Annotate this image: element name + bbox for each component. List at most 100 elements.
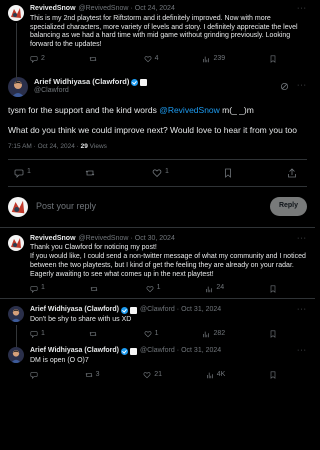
more-icon[interactable]: ··· [297, 5, 307, 14]
views-icon [203, 331, 210, 338]
reply-tweet[interactable]: RevivedSnow @RevivedSnow · Oct 30, 2024 … [0, 228, 315, 299]
author-name[interactable]: Arief Widhiyasa (Clawford) [30, 306, 119, 315]
thread-line [15, 23, 17, 83]
like-button[interactable]: 21 [143, 371, 162, 380]
views-button[interactable]: 24 [205, 284, 224, 293]
bookmark-button[interactable] [269, 284, 277, 293]
views-button[interactable]: 239 [202, 55, 225, 64]
views-button[interactable]: 4K [206, 371, 225, 380]
repost-icon [89, 57, 97, 62]
reply-tweet[interactable]: Arief Widhiyasa (Clawford) @Clawford · O… [0, 343, 315, 384]
bookmark-button[interactable] [269, 55, 277, 64]
like-icon [144, 56, 152, 63]
avatar[interactable] [8, 234, 24, 251]
author-name[interactable]: Arief Widhiyasa (Clawford) [30, 347, 119, 356]
reply-icon [30, 331, 38, 338]
share-button[interactable] [287, 167, 297, 178]
views-icon [206, 286, 213, 292]
repost-icon [89, 331, 97, 336]
bookmark-icon [225, 168, 231, 178]
reply-icon [30, 285, 38, 293]
more-icon[interactable]: ··· [297, 235, 307, 244]
verified-badge-icon [121, 348, 129, 356]
avatar[interactable] [8, 5, 24, 21]
tweet-text: This is my 2nd playtest for Riftstorm an… [30, 14, 300, 48]
like-icon [152, 169, 162, 177]
focused-tweet: Arief Widhiyasa (Clawford) @Clawford ···… [0, 69, 315, 187]
like-icon [144, 331, 152, 338]
author-name[interactable]: RevivedSnow [30, 5, 76, 14]
tweet-thread: RevivedSnow @RevivedSnow · Oct 24, 2024 … [0, 0, 315, 450]
tweet-meta[interactable]: 7:15 AM · Oct 24, 2024 · 29 Views [8, 143, 307, 151]
author-handle[interactable]: @RevivedSnow [79, 5, 129, 14]
reply-icon [30, 56, 38, 64]
reply-button[interactable]: 2 [30, 55, 45, 64]
like-button[interactable]: 1 [152, 168, 169, 178]
more-icon[interactable]: ··· [297, 82, 307, 91]
like-button[interactable]: 1 [146, 284, 161, 293]
reply-button[interactable]: 1 [14, 168, 31, 178]
tweet-date[interactable]: Oct 31, 2024 [181, 347, 221, 356]
reply-button[interactable]: 1 [30, 284, 45, 293]
avatar [8, 196, 28, 217]
reply-composer: Post your reply Reply [0, 187, 315, 227]
repost-icon [90, 286, 98, 291]
avatar[interactable] [8, 76, 28, 97]
views-icon [206, 372, 213, 379]
tweet-text-2: What do you think we could improve next?… [8, 124, 297, 135]
author-handle[interactable]: @Clawford [140, 306, 175, 315]
avatar[interactable] [8, 306, 24, 323]
tweet-text: Don't be shy to share with us XD [30, 315, 132, 323]
like-icon [146, 285, 154, 292]
original-tweet[interactable]: RevivedSnow @RevivedSnow · Oct 24, 2024 … [0, 0, 315, 83]
reply-submit-button[interactable]: Reply [269, 197, 307, 216]
share-icon [288, 167, 296, 177]
affiliate-badge-icon [130, 306, 138, 314]
tweet-date[interactable]: Oct 30, 2024 [135, 235, 175, 244]
views-button[interactable]: 282 [202, 330, 225, 339]
repost-icon [85, 169, 95, 176]
bookmark-button[interactable] [269, 371, 277, 380]
verified-badge-icon [131, 78, 139, 86]
repost-icon [85, 373, 93, 378]
reply-input[interactable]: Post your reply [36, 201, 270, 212]
author-handle[interactable]: @RevivedSnow [79, 235, 129, 244]
bookmark-button[interactable] [223, 168, 233, 178]
repost-button[interactable] [89, 330, 100, 339]
more-icon[interactable]: ··· [297, 306, 307, 315]
reply-tweet[interactable]: Arief Widhiyasa (Clawford) @Clawford · O… [0, 299, 315, 352]
author-handle[interactable]: @Clawford [34, 87, 147, 96]
avatar[interactable] [8, 347, 24, 364]
grok-icon[interactable] [280, 82, 289, 91]
author-name[interactable]: Arief Widhiyasa (Clawford) [34, 77, 129, 86]
like-button[interactable]: 4 [144, 55, 159, 64]
author-name[interactable]: RevivedSnow [30, 235, 76, 244]
mention-link[interactable]: @RevivedSnow [159, 105, 220, 115]
repost-button[interactable] [90, 284, 101, 293]
author-handle[interactable]: @Clawford [140, 347, 175, 356]
repost-button[interactable]: 3 [85, 371, 100, 380]
repost-button[interactable] [85, 168, 98, 178]
verified-badge-icon [121, 306, 129, 314]
tweet-date[interactable]: Oct 31, 2024 [181, 306, 221, 315]
bookmark-icon [270, 285, 276, 293]
like-button[interactable]: 1 [144, 330, 159, 339]
tweet-date[interactable]: Oct 24, 2024 [135, 5, 175, 14]
tweet-text: tysm for the support and the kind words … [8, 104, 254, 115]
more-icon[interactable]: ··· [297, 347, 307, 356]
repost-button[interactable] [89, 55, 100, 64]
affiliate-badge-icon [130, 348, 138, 356]
reply-icon [14, 169, 24, 178]
views-icon [203, 56, 210, 63]
affiliate-badge-icon [140, 78, 148, 86]
reply-icon [30, 372, 38, 380]
bookmark-button[interactable] [269, 330, 277, 339]
like-icon [143, 372, 151, 379]
bookmark-icon [270, 371, 276, 380]
tweet-text: Thank you Clawford for noticing my post!… [30, 244, 306, 278]
reply-button[interactable]: 1 [30, 330, 45, 339]
tweet-text: DM is open (O O)7 [30, 357, 89, 365]
bookmark-icon [270, 55, 276, 63]
bookmark-icon [270, 330, 276, 338]
reply-button[interactable] [30, 371, 41, 380]
